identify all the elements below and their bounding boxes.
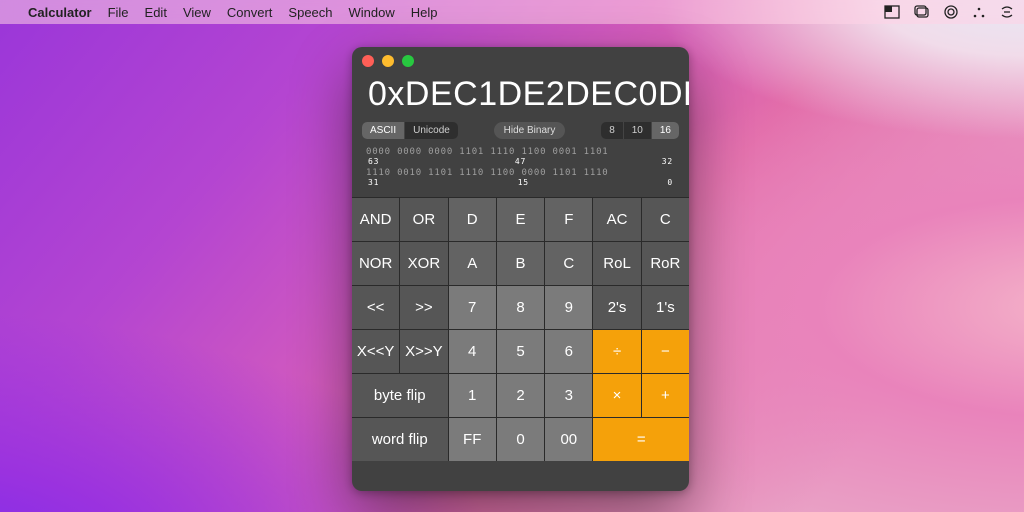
menu-help[interactable]: Help (411, 5, 438, 20)
key-xor[interactable]: XOR (400, 242, 447, 285)
key-minus[interactable]: − (642, 330, 689, 373)
app-menu[interactable]: Calculator (28, 5, 92, 20)
key-2[interactable]: 2 (497, 374, 544, 417)
key-plus[interactable]: + (642, 374, 689, 417)
encoding-unicode[interactable]: Unicode (405, 122, 458, 139)
key-0[interactable]: 0 (497, 418, 544, 461)
menubar: Calculator File Edit View Convert Speech… (0, 0, 1024, 24)
key-nor[interactable]: NOR (352, 242, 399, 285)
binary-display: 0000 0000 0000 1101 1110 1100 0001 1101 … (352, 145, 689, 197)
keypad: AND OR D E F AC C NOR XOR A B C RoL RoR … (352, 197, 689, 461)
key-byte-flip[interactable]: byte flip (352, 374, 448, 417)
key-c-hex[interactable]: C (545, 242, 592, 285)
menu-edit[interactable]: Edit (145, 5, 167, 20)
traffic-light-close[interactable] (362, 55, 374, 67)
status-icon-4[interactable] (972, 5, 986, 19)
key-xshr[interactable]: X>>Y (400, 330, 447, 373)
traffic-light-minimize[interactable] (382, 55, 394, 67)
key-d[interactable]: D (449, 198, 496, 241)
key-e[interactable]: E (497, 198, 544, 241)
key-b[interactable]: B (497, 242, 544, 285)
status-icon-3[interactable] (944, 5, 958, 19)
key-7[interactable]: 7 (449, 286, 496, 329)
key-rol[interactable]: RoL (593, 242, 640, 285)
key-4[interactable]: 4 (449, 330, 496, 373)
key-divide[interactable]: ÷ (593, 330, 640, 373)
key-9[interactable]: 9 (545, 286, 592, 329)
key-2s[interactable]: 2's (593, 286, 640, 329)
encoding-ascii[interactable]: ASCII (362, 122, 405, 139)
key-1[interactable]: 1 (449, 374, 496, 417)
key-1s[interactable]: 1's (642, 286, 689, 329)
base-10[interactable]: 10 (624, 122, 652, 139)
status-icon-2[interactable] (914, 5, 930, 19)
encoding-segment: ASCII Unicode (362, 122, 458, 139)
key-ror[interactable]: RoR (642, 242, 689, 285)
key-multiply[interactable]: × (593, 374, 640, 417)
traffic-light-zoom[interactable] (402, 55, 414, 67)
key-6[interactable]: 6 (545, 330, 592, 373)
key-xshl[interactable]: X<<Y (352, 330, 399, 373)
key-or[interactable]: OR (400, 198, 447, 241)
menu-window[interactable]: Window (349, 5, 395, 20)
binary-row-low[interactable]: 1110 0010 1101 1110 1100 0000 1101 1110 (366, 168, 675, 178)
menu-convert[interactable]: Convert (227, 5, 273, 20)
key-ac[interactable]: AC (593, 198, 640, 241)
hide-binary-button[interactable]: Hide Binary (494, 122, 566, 139)
base-segment: 8 10 16 (601, 122, 679, 139)
key-equals[interactable]: = (593, 418, 689, 461)
calculator-display: 0xDEC1DE2DEC0DE (352, 75, 689, 122)
key-c[interactable]: C (642, 198, 689, 241)
status-icon-1[interactable] (884, 5, 900, 19)
key-and[interactable]: AND (352, 198, 399, 241)
key-00[interactable]: 00 (545, 418, 592, 461)
status-icon-5[interactable] (1000, 5, 1014, 19)
key-3[interactable]: 3 (545, 374, 592, 417)
menu-speech[interactable]: Speech (288, 5, 332, 20)
key-word-flip[interactable]: word flip (352, 418, 448, 461)
key-a[interactable]: A (449, 242, 496, 285)
menu-view[interactable]: View (183, 5, 211, 20)
menu-file[interactable]: File (108, 5, 129, 20)
base-16[interactable]: 16 (652, 122, 679, 139)
binary-row-high[interactable]: 0000 0000 0000 1101 1110 1100 0001 1101 (366, 147, 675, 157)
key-f[interactable]: F (545, 198, 592, 241)
key-ff[interactable]: FF (449, 418, 496, 461)
key-5[interactable]: 5 (497, 330, 544, 373)
menubar-status-area (884, 5, 1014, 19)
base-8[interactable]: 8 (601, 122, 624, 139)
window-titlebar (352, 47, 689, 75)
key-shr[interactable]: >> (400, 286, 447, 329)
key-shl[interactable]: << (352, 286, 399, 329)
calculator-window: 0xDEC1DE2DEC0DE ASCII Unicode Hide Binar… (352, 47, 689, 491)
key-8[interactable]: 8 (497, 286, 544, 329)
